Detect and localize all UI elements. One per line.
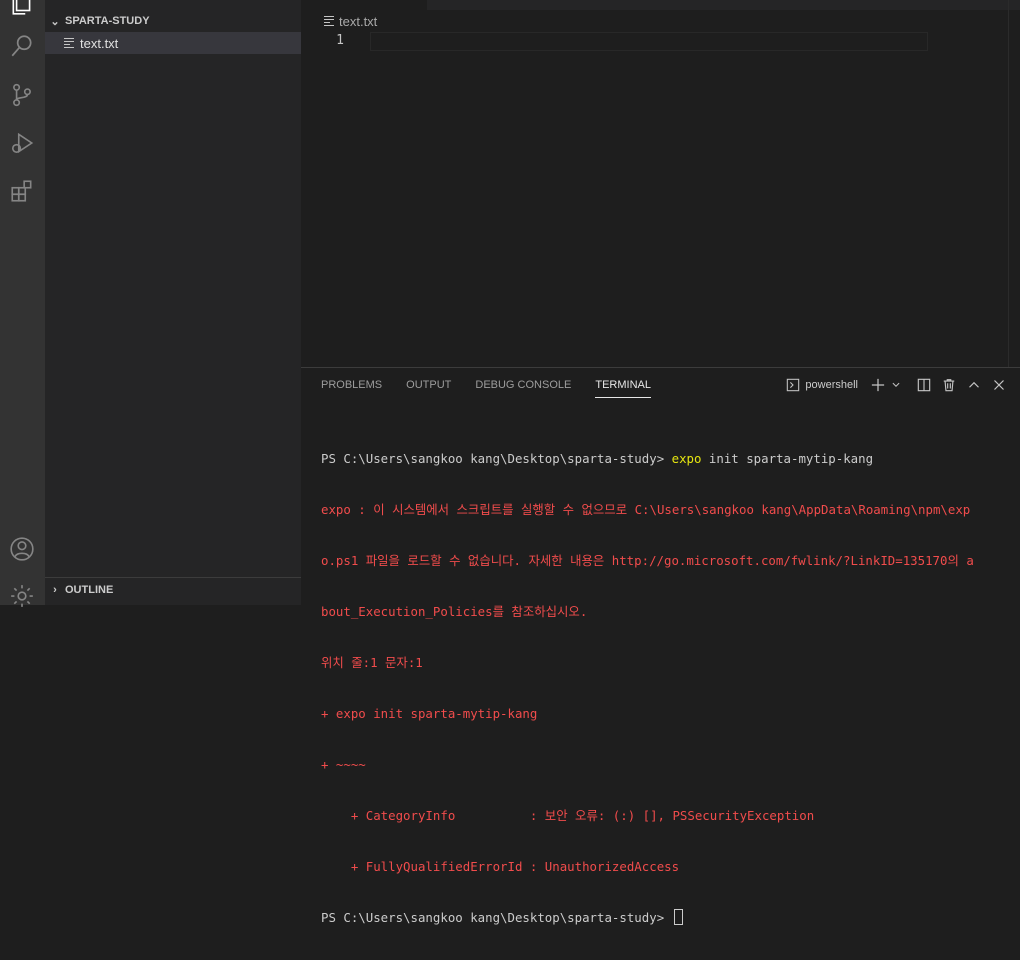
tab-problems[interactable]: PROBLEMS	[321, 368, 382, 402]
breadcrumb[interactable]: text.txt	[324, 12, 377, 30]
explorer-icon[interactable]	[6, 0, 38, 20]
line-number: 1	[336, 33, 344, 48]
bottom-panel: PROBLEMS OUTPUT DEBUG CONSOLE TERMINAL p…	[301, 367, 1020, 925]
chevron-right-icon: ›	[53, 584, 57, 596]
split-terminal-icon[interactable]	[913, 374, 935, 396]
terminal-error-line: + ~~~~	[321, 757, 366, 772]
tab-output[interactable]: OUTPUT	[406, 368, 451, 402]
terminal-command-args: init sparta-mytip-kang	[701, 451, 874, 466]
folder-header[interactable]: ⌄ SPARTA-STUDY	[45, 10, 301, 32]
maximize-panel-chevron-up-icon[interactable]	[963, 374, 985, 396]
editor-tab-bar	[301, 0, 1020, 10]
run-debug-icon[interactable]	[6, 127, 38, 159]
shell-name: powershell	[805, 379, 858, 391]
panel-actions: powershell	[786, 368, 1010, 402]
file-item-text-txt[interactable]: text.txt	[45, 32, 301, 54]
terminal-command-line: PS C:\Users\sangkoo kang\Desktop\sparta-…	[321, 450, 1011, 467]
terminal-prompt: PS C:\Users\sangkoo kang\Desktop\sparta-…	[321, 910, 672, 925]
terminal-cursor	[673, 909, 683, 925]
editor-scrollbar-track	[1008, 0, 1009, 367]
terminal-error-line: 위치 줄:1 문자:1	[321, 655, 423, 670]
accounts-icon[interactable]	[6, 533, 38, 565]
trash-icon[interactable]	[938, 374, 960, 396]
tab-terminal[interactable]: TERMINAL	[595, 368, 651, 402]
new-terminal-plus-icon[interactable]	[867, 374, 889, 396]
chevron-down-icon[interactable]	[889, 374, 903, 396]
outline-section-header[interactable]: › OUTLINE	[45, 577, 301, 602]
chevron-down-icon: ⌄	[50, 15, 60, 28]
tab-debug-console[interactable]: DEBUG CONSOLE	[475, 368, 571, 402]
panel-tabs: PROBLEMS OUTPUT DEBUG CONSOLE TERMINAL	[321, 368, 675, 402]
terminal-error-line: + FullyQualifiedErrorId : UnauthorizedAc…	[321, 859, 680, 874]
terminal-error-line: o.ps1 파일을 로드할 수 없습니다. 자세한 내용은 http://go.…	[321, 553, 974, 568]
explorer-sidebar: ⌄ SPARTA-STUDY text.txt › OUTLINE	[45, 0, 301, 605]
search-icon[interactable]	[6, 30, 38, 62]
breadcrumb-file: text.txt	[339, 13, 378, 29]
activity-bar	[0, 0, 45, 607]
outline-label: OUTLINE	[65, 584, 114, 596]
current-line-highlight[interactable]	[370, 32, 928, 51]
text-file-icon	[324, 14, 334, 28]
terminal-prompt: PS C:\Users\sangkoo kang\Desktop\sparta-…	[321, 451, 672, 466]
terminal-error-line: + CategoryInfo : 보안 오류: (:) [], PSSecuri…	[321, 808, 815, 823]
terminal-error-line: bout_Execution_Policies를 참조하십시오.	[321, 604, 588, 619]
text-file-icon	[64, 36, 74, 50]
terminal-error-line: expo : 이 시스템에서 스크립트를 실행할 수 없으므로 C:\Users…	[321, 502, 971, 517]
settings-gear-icon[interactable]	[6, 580, 38, 612]
terminal-shell-selector[interactable]: powershell	[786, 378, 858, 392]
folder-name: SPARTA-STUDY	[65, 15, 150, 27]
file-name: text.txt	[80, 35, 119, 51]
editor-tab-text-txt[interactable]	[301, 0, 427, 10]
terminal-prompt-line: PS C:\Users\sangkoo kang\Desktop\sparta-…	[321, 909, 1011, 926]
terminal-output[interactable]: PS C:\Users\sangkoo kang\Desktop\sparta-…	[321, 416, 1011, 960]
terminal-icon	[787, 378, 800, 392]
extensions-icon[interactable]	[6, 175, 38, 207]
source-control-icon[interactable]	[6, 79, 38, 111]
terminal-error-line: + expo init sparta-mytip-kang	[321, 706, 538, 721]
terminal-command-name: expo	[671, 451, 702, 466]
close-panel-icon[interactable]	[988, 374, 1010, 396]
